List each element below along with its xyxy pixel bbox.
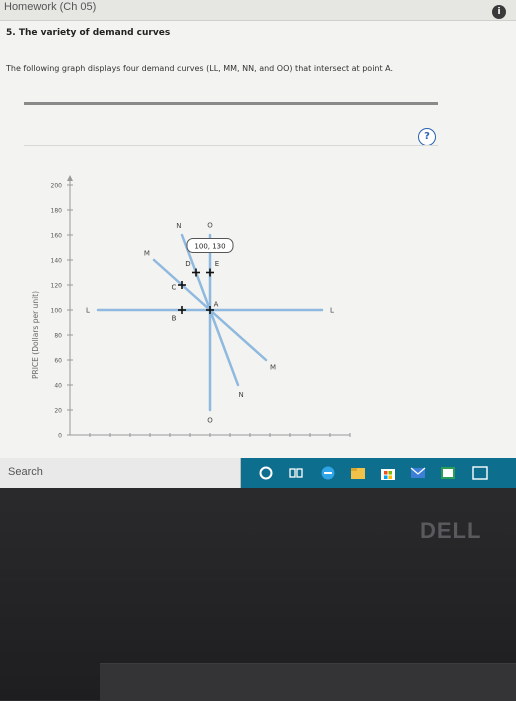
help-icon[interactable]: ? xyxy=(418,128,436,146)
curve-label-n: N xyxy=(176,222,181,230)
search-placeholder: Search xyxy=(8,466,43,478)
y-tick-label: 60 xyxy=(54,358,62,365)
curve-label-l: L xyxy=(330,307,334,315)
screen: Homework (Ch 05) i 5. The variety of dem… xyxy=(0,0,516,460)
marker-label-a: A xyxy=(214,301,219,309)
y-tick-label: 140 xyxy=(51,258,63,265)
tooltip-text: 100, 130 xyxy=(194,243,225,251)
taskbar: Search xyxy=(0,458,516,488)
laptop-hinge xyxy=(100,663,516,701)
marker-label-c: C xyxy=(172,284,177,292)
y-tick-label: 0 xyxy=(58,433,62,440)
cortana-circle-icon[interactable] xyxy=(258,465,274,481)
curve-label-n: N xyxy=(239,391,244,399)
window-title: Homework (Ch 05) xyxy=(4,1,97,13)
y-axis-arrow xyxy=(67,175,73,181)
question-title: 5. The variety of demand curves xyxy=(6,28,171,38)
store-icon[interactable] xyxy=(380,465,396,481)
y-tick-label: 180 xyxy=(51,208,63,215)
demand-graph[interactable]: PRICE (Dollars per unit) 200180160140120… xyxy=(0,170,516,455)
divider xyxy=(24,145,438,146)
y-tick-label: 20 xyxy=(54,408,62,415)
info-icon[interactable]: i xyxy=(492,5,506,19)
curve-label-m: M xyxy=(270,364,276,372)
taskbar-search[interactable]: Search xyxy=(0,458,241,488)
curve-label-o: O xyxy=(207,222,213,230)
window-app-icon[interactable] xyxy=(472,465,488,481)
curve-label-m: M xyxy=(144,249,150,257)
question-text: The following graph displays four demand… xyxy=(6,64,394,73)
app-icon[interactable] xyxy=(440,465,456,481)
divider xyxy=(24,102,438,105)
y-tick-label: 80 xyxy=(54,333,62,340)
y-tick-label: 200 xyxy=(51,183,63,190)
title-bar: Homework (Ch 05) i xyxy=(0,0,516,21)
y-tick-label: 120 xyxy=(51,283,63,290)
mail-icon[interactable] xyxy=(410,465,426,481)
laptop-bezel: DELL xyxy=(0,488,516,701)
y-axis-label: PRICE (Dollars per unit) xyxy=(31,291,40,379)
file-explorer-icon[interactable] xyxy=(350,465,366,481)
edge-icon[interactable] xyxy=(320,465,336,481)
y-tick-label: 100 xyxy=(51,308,63,315)
curve-label-l: L xyxy=(86,307,90,315)
y-tick-label: 40 xyxy=(54,383,62,390)
curve-label-o: O xyxy=(207,417,213,425)
marker-label-d: D xyxy=(185,260,190,268)
axes: 200180160140120100806040200 xyxy=(51,175,351,440)
brand-logo: DELL xyxy=(420,518,482,543)
marker-label-e: E xyxy=(215,260,219,268)
task-view-icon[interactable] xyxy=(288,465,304,481)
y-tick-label: 160 xyxy=(51,233,63,240)
marker-label-b: B xyxy=(172,315,177,323)
